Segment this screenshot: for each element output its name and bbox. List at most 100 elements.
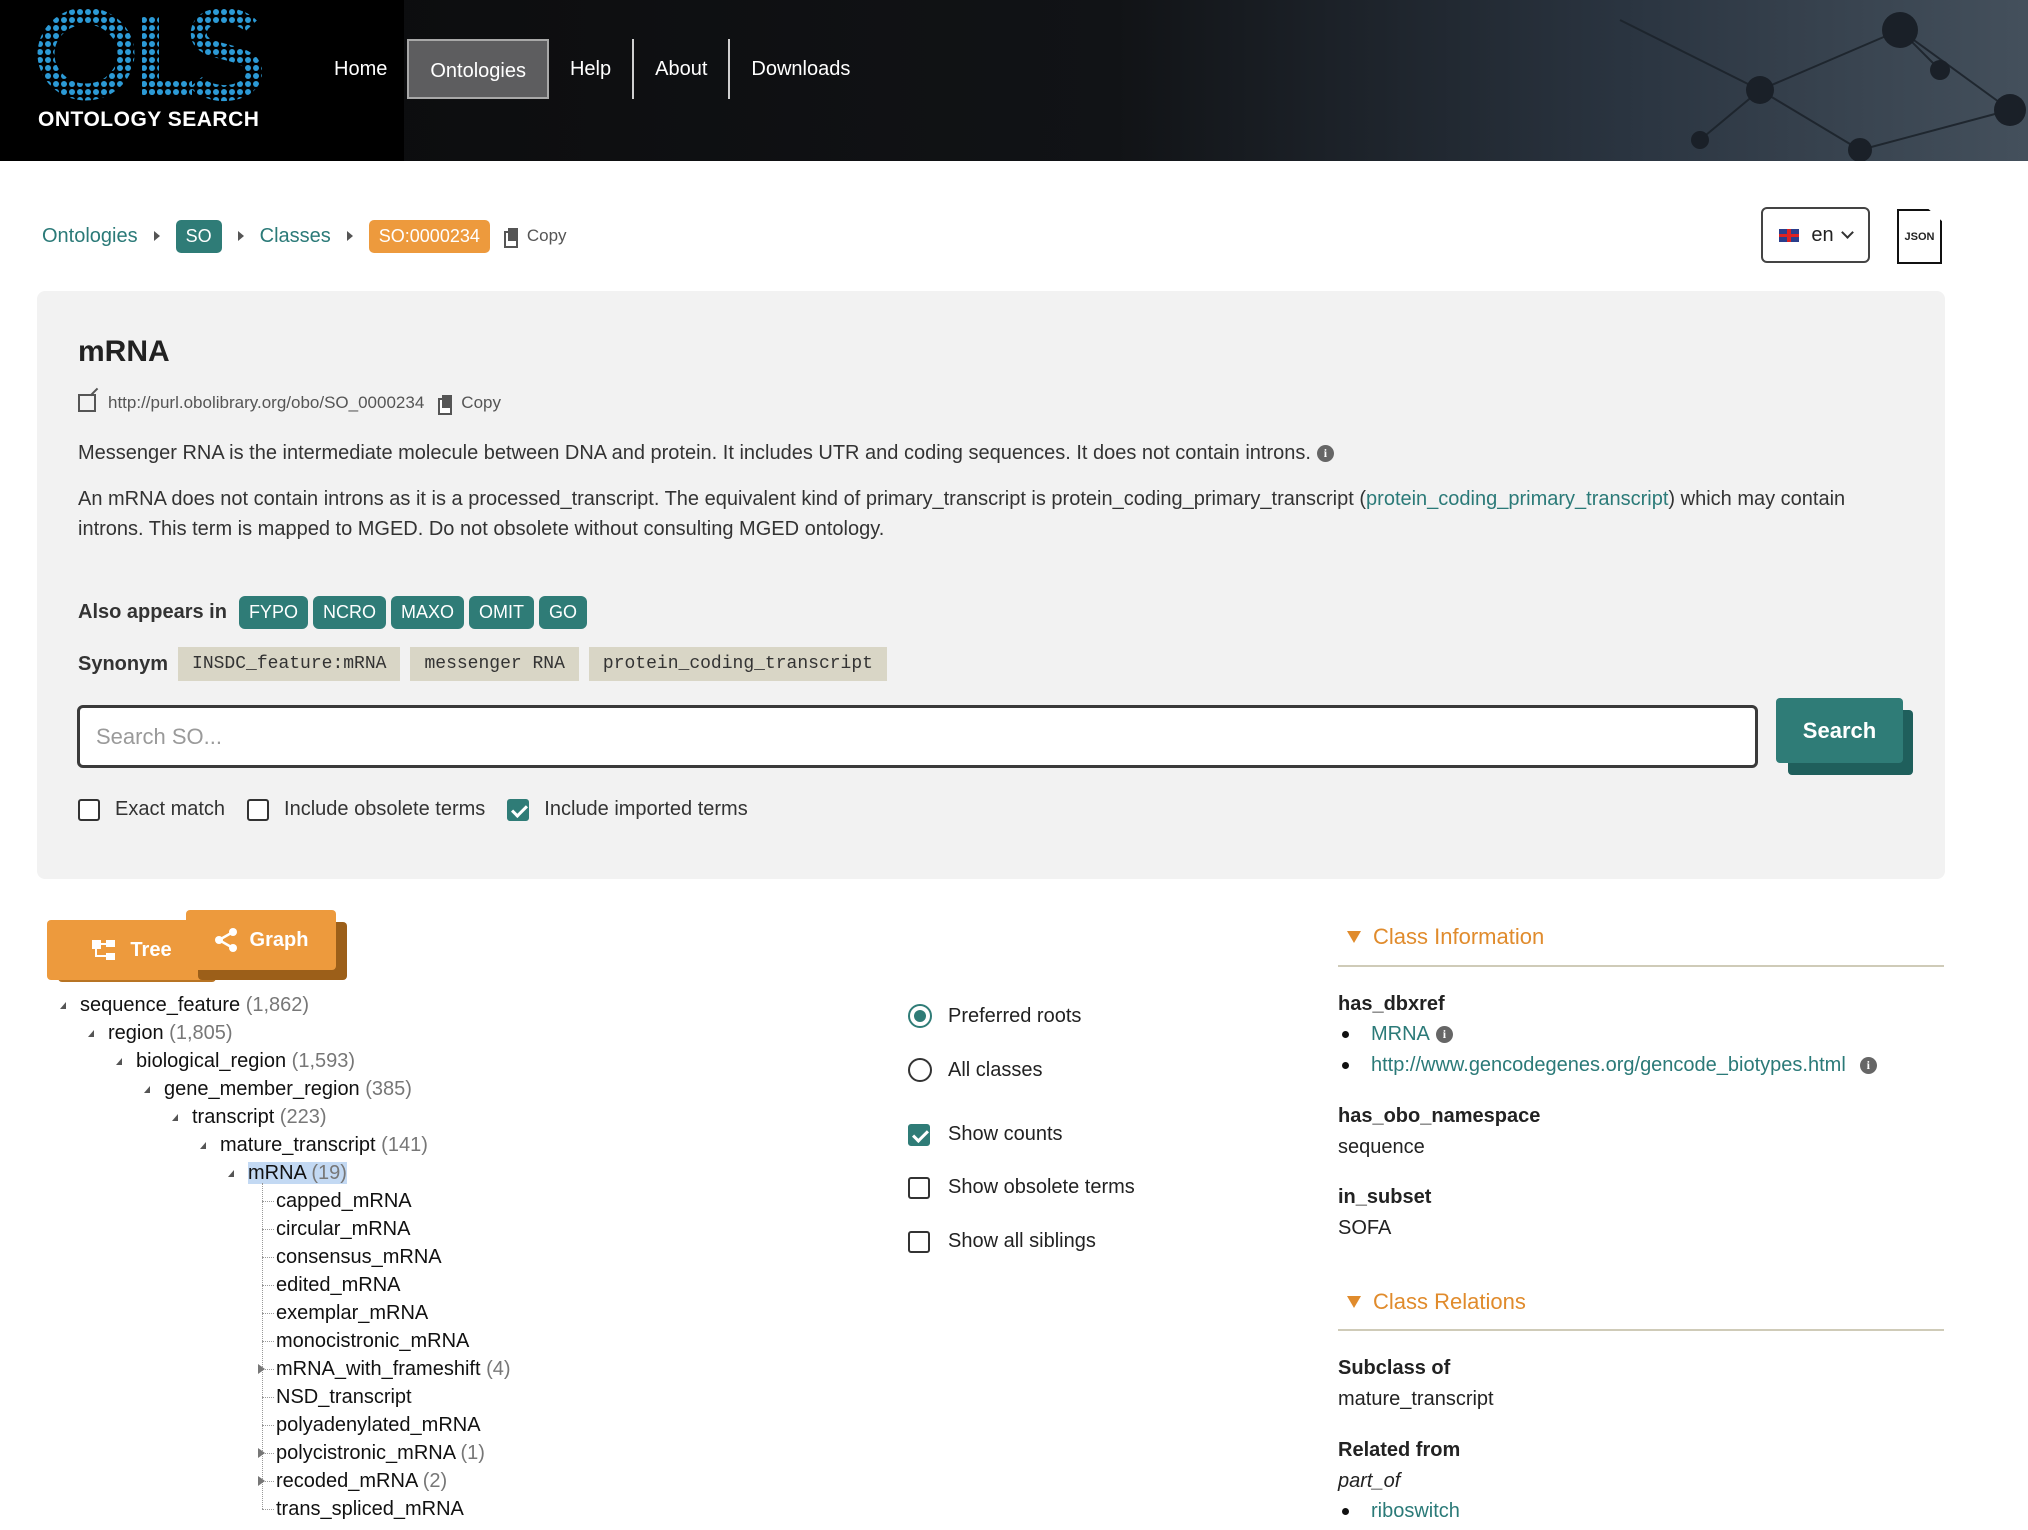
tree-node[interactable]: monocistronic_mRNA bbox=[276, 1329, 469, 1353]
subclass-of-link[interactable]: mature_transcript bbox=[1338, 1388, 1494, 1411]
tree-node-label: polyadenylated_mRNA bbox=[276, 1414, 481, 1436]
tree-node[interactable]: mRNA (19) bbox=[248, 1161, 347, 1185]
show-siblings-option[interactable]: Show all siblings bbox=[908, 1230, 1096, 1253]
tree-node[interactable]: gene_member_region (385) bbox=[164, 1077, 412, 1101]
show-counts-option[interactable]: Show counts bbox=[908, 1123, 1063, 1146]
nav-home[interactable]: Home bbox=[314, 39, 407, 99]
nav-about[interactable]: About bbox=[634, 39, 731, 99]
ontology-tag-fypo[interactable]: FYPO bbox=[238, 596, 308, 629]
in-subset-link[interactable]: SOFA bbox=[1338, 1217, 1391, 1240]
show-counts-checkbox[interactable] bbox=[908, 1123, 930, 1146]
collapsed-caret-icon[interactable] bbox=[258, 1476, 265, 1486]
expanded-caret-icon[interactable] bbox=[228, 1170, 234, 1177]
dbxref-link[interactable]: MRNA bbox=[1371, 1023, 1430, 1046]
preferred-roots-radio[interactable] bbox=[908, 1004, 932, 1028]
info-icon[interactable]: i bbox=[1859, 1057, 1877, 1074]
tree-icon bbox=[92, 940, 116, 960]
tree-node[interactable]: circular_mRNA bbox=[276, 1217, 410, 1241]
dbxref-link[interactable]: http://www.gencodegenes.org/gencode_biot… bbox=[1371, 1054, 1846, 1077]
search-button[interactable]: Search bbox=[1776, 698, 1903, 763]
tree-node-label: transcript bbox=[192, 1106, 275, 1128]
term-iri-link[interactable]: http://purl.obolibrary.org/obo/SO_000023… bbox=[108, 393, 424, 413]
tree-node[interactable]: trans_spliced_mRNA bbox=[276, 1497, 464, 1521]
tree-guide-line bbox=[262, 1201, 274, 1202]
class-information-heading: Class Information bbox=[1373, 924, 1545, 949]
info-icon[interactable]: i bbox=[1435, 1026, 1453, 1043]
tree-node[interactable]: mature_transcript (141) bbox=[220, 1133, 428, 1157]
preferred-roots-option[interactable]: Preferred roots bbox=[908, 1004, 1081, 1028]
tree-node[interactable]: biological_region (1,593) bbox=[136, 1049, 355, 1073]
expanded-caret-icon[interactable] bbox=[172, 1114, 178, 1121]
term-definition: Messenger RNA is the intermediate molecu… bbox=[78, 438, 1928, 468]
tree-node[interactable]: recoded_mRNA (2) bbox=[276, 1469, 447, 1493]
tree-node-text: mature_transcript (141) bbox=[220, 1134, 428, 1156]
breadcrumb-ontology-badge[interactable]: SO bbox=[175, 219, 222, 253]
tree-node-label: exemplar_mRNA bbox=[276, 1302, 429, 1324]
show-obsolete-checkbox[interactable] bbox=[908, 1176, 930, 1199]
exact-match-option[interactable]: Exact match bbox=[78, 798, 225, 821]
all-classes-option[interactable]: All classes bbox=[908, 1058, 1042, 1082]
class-information-toggle[interactable]: Class Information bbox=[1347, 924, 1544, 950]
in-subset-label: in_subset bbox=[1338, 1186, 1432, 1208]
expanded-caret-icon[interactable] bbox=[200, 1142, 206, 1149]
namespace-value: sequence bbox=[1338, 1136, 1425, 1158]
breadcrumb-classes[interactable]: Classes bbox=[260, 225, 331, 248]
nav-ontologies[interactable]: Ontologies bbox=[407, 39, 549, 99]
collapsed-caret-icon[interactable] bbox=[258, 1364, 265, 1374]
tree-node[interactable]: polycistronic_mRNA (1) bbox=[276, 1441, 485, 1465]
related-link[interactable]: riboswitch bbox=[1371, 1500, 1460, 1523]
ontology-tag-go[interactable]: GO bbox=[538, 596, 587, 629]
copy-term-id-button[interactable]: Copy bbox=[503, 226, 567, 248]
expanded-caret-icon[interactable] bbox=[60, 1002, 66, 1009]
json-download-button[interactable]: JSON bbox=[1897, 209, 1942, 264]
show-obsolete-option[interactable]: Show obsolete terms bbox=[908, 1176, 1135, 1199]
tree-node-count: (1,805) bbox=[163, 1022, 233, 1044]
all-classes-radio[interactable] bbox=[908, 1058, 932, 1082]
chevron-down-icon bbox=[1840, 226, 1854, 239]
ontology-tag-ncro[interactable]: NCRO bbox=[312, 596, 386, 629]
ontology-tag-omit[interactable]: OMIT bbox=[468, 596, 534, 629]
tree-node[interactable]: polyadenylated_mRNA bbox=[276, 1413, 481, 1437]
comment-link[interactable]: protein_coding_primary_transcript bbox=[1366, 488, 1668, 510]
tree-guide-line bbox=[262, 1183, 263, 1509]
tree-node[interactable]: NSD_transcript bbox=[276, 1385, 412, 1409]
copy-icon bbox=[503, 227, 518, 248]
search-input[interactable] bbox=[77, 705, 1758, 768]
class-relations-toggle[interactable]: Class Relations bbox=[1347, 1289, 1526, 1315]
collapsed-caret-icon[interactable] bbox=[258, 1448, 265, 1458]
graph-view-button[interactable]: Graph bbox=[186, 910, 336, 970]
show-siblings-checkbox[interactable] bbox=[908, 1230, 930, 1253]
tree-node[interactable]: edited_mRNA bbox=[276, 1273, 401, 1297]
tree-node-label: NSD_transcript bbox=[276, 1386, 412, 1408]
info-icon[interactable]: i bbox=[1316, 445, 1334, 463]
expanded-caret-icon[interactable] bbox=[88, 1030, 94, 1037]
tree-node[interactable]: mRNA_with_frameshift (4) bbox=[276, 1357, 511, 1381]
tree-node[interactable]: sequence_feature (1,862) bbox=[80, 993, 309, 1017]
also-appears-in: Also appears in FYPO NCRO MAXO OMIT GO bbox=[78, 596, 592, 629]
breadcrumb-term-id-badge[interactable]: SO:0000234 bbox=[368, 219, 490, 253]
tree-node[interactable]: region (1,805) bbox=[108, 1021, 233, 1045]
caret-down-icon bbox=[1347, 931, 1361, 943]
expanded-caret-icon[interactable] bbox=[144, 1086, 150, 1093]
include-obsolete-label: Include obsolete terms bbox=[284, 798, 486, 820]
tree-node[interactable]: consensus_mRNA bbox=[276, 1245, 442, 1269]
include-obsolete-checkbox[interactable] bbox=[247, 798, 270, 821]
include-imported-checkbox[interactable] bbox=[507, 798, 530, 821]
language-select[interactable]: en bbox=[1761, 207, 1870, 263]
tree-guide-line bbox=[262, 1229, 274, 1230]
tree-node-label: capped_mRNA bbox=[276, 1190, 412, 1212]
expanded-caret-icon[interactable] bbox=[116, 1058, 122, 1065]
nav-downloads[interactable]: Downloads bbox=[730, 39, 871, 99]
ontology-tag-maxo[interactable]: MAXO bbox=[390, 596, 464, 629]
tree-node[interactable]: transcript (223) bbox=[192, 1105, 327, 1129]
share-graph-icon bbox=[214, 928, 237, 952]
include-imported-option[interactable]: Include imported terms bbox=[507, 798, 748, 821]
nav-help[interactable]: Help bbox=[549, 39, 635, 99]
include-obsolete-option[interactable]: Include obsolete terms bbox=[247, 798, 485, 821]
copy-iri-button[interactable]: Copy bbox=[438, 393, 501, 415]
tree-node[interactable]: capped_mRNA bbox=[276, 1189, 412, 1213]
exact-match-checkbox[interactable] bbox=[78, 798, 100, 821]
breadcrumb-ontologies[interactable]: Ontologies bbox=[42, 225, 138, 248]
tree-guide-line bbox=[262, 1257, 274, 1258]
tree-node[interactable]: exemplar_mRNA bbox=[276, 1301, 428, 1325]
